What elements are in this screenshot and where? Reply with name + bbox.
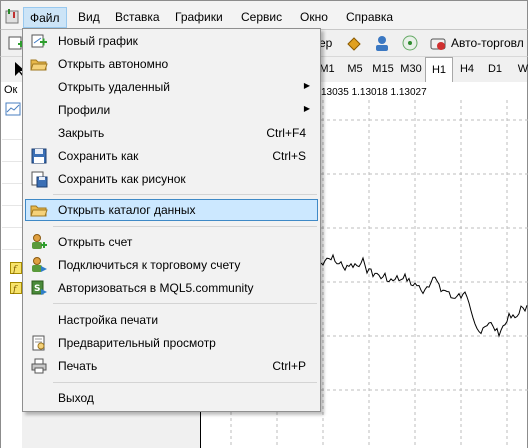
toolbar-partial-label: ер [319,36,333,50]
menu-item-shortcut: Ctrl+S [272,149,306,163]
open-account-icon [32,234,47,249]
navigator-row[interactable] [2,118,23,140]
menu-item-label: Открыть автономно [58,57,169,71]
menu-item-label: Открыть каталог данных [58,203,196,217]
menu-item-label: Открыть удаленный [58,80,170,94]
tf-d1[interactable]: D1 [481,57,509,82]
navigator-row[interactable] [2,162,23,184]
menu-charts[interactable]: Графики [175,10,223,24]
menu-item-label: Новый график [58,34,138,48]
menu-view[interactable]: Вид [78,10,100,24]
navigator-panel: Ок f f [0,82,23,448]
menu-separator [53,382,317,383]
chart-window-icon[interactable] [5,102,21,116]
menu-item-label: Подключиться к торговому счету [58,258,241,272]
connect-account-icon [32,257,47,272]
file-menu-dropdown: Новый график Открыть автономно Открыть у… [22,28,321,412]
auto-trading-icon[interactable] [429,34,447,52]
app-icon [5,9,19,24]
menu-insert[interactable]: Вставка [115,10,160,24]
navigator-row[interactable] [2,184,23,206]
new-chart-icon [31,34,47,48]
mql5-login-icon: S [31,280,47,295]
menu-item-label: Сохранить как рисунок [58,172,186,186]
submenu-arrow-icon: ▶ [303,104,310,113]
menu-item-open-remote[interactable]: Открыть удаленный ▶ [25,76,318,98]
svg-text:S: S [34,284,40,294]
tf-m15[interactable]: M15 [369,57,397,82]
menu-item-open-account[interactable]: Открыть счет [25,231,318,253]
signal-icon[interactable] [401,34,419,52]
indicator-icon[interactable]: f [10,282,22,294]
menu-item-label: Профили [58,103,111,117]
navigator-row[interactable] [2,228,23,250]
menu-file[interactable]: Файл [23,7,67,28]
menu-item-label: Авторизоваться в MQL5.community [58,281,254,295]
menu-item-label: Печать [58,359,98,373]
diamond-icon[interactable] [345,34,363,52]
folder-open-icon [30,59,48,71]
menu-item-label: Настройка печати [58,313,159,327]
menu-item-exit[interactable]: Выход [25,387,318,409]
menu-item-save-as[interactable]: Сохранить как Ctrl+S [25,145,318,167]
menu-separator [53,226,317,227]
menu-tools[interactable]: Сервис [241,10,282,24]
user-icon[interactable] [373,34,391,52]
navigator-row[interactable] [2,206,23,228]
menu-item-shortcut: Ctrl+P [272,359,306,373]
menu-separator [53,194,317,195]
menu-item-connect-account[interactable]: Подключиться к торговому счету [25,254,318,276]
save-picture-icon [31,171,48,188]
navigator-title: Ок [4,84,18,96]
submenu-arrow-icon: ▶ [303,81,310,90]
folder-icon [30,205,48,217]
menu-item-label: Сохранить как [58,149,139,163]
print-preview-icon [32,335,45,351]
indicator-icon[interactable]: f [10,262,22,274]
menu-item-print-preview[interactable]: Предварительный просмотр [25,332,318,354]
menu-item-close[interactable]: Закрыть Ctrl+F4 [25,122,318,144]
menu-bar: Файл Вид Вставка Графики Сервис Окно Спр… [0,0,528,30]
auto-trading-label[interactable]: Авто-торговл [451,36,524,50]
tf-w1[interactable]: W [509,57,528,82]
menu-item-open-data-folder[interactable]: Открыть каталог данных [25,199,318,221]
menu-item-shortcut: Ctrl+F4 [266,126,306,140]
menu-separator [53,303,317,304]
menu-item-new-chart[interactable]: Новый график [25,30,318,52]
menu-help[interactable]: Справка [346,10,393,24]
menu-window[interactable]: Окно [300,10,328,24]
tf-m5[interactable]: M5 [341,57,369,82]
menu-item-label: Открыть счет [58,235,133,249]
menu-item-profiles[interactable]: Профили ▶ [25,99,318,121]
menu-item-label: Выход [58,391,94,405]
menu-item-open-offline[interactable]: Открыть автономно [25,53,318,75]
menu-item-save-as-picture[interactable]: Сохранить как рисунок [25,168,318,190]
tf-h1[interactable]: H1 [425,57,453,82]
tf-h4[interactable]: H4 [453,57,481,82]
printer-icon [31,358,47,374]
save-icon [31,148,47,164]
menu-item-label: Предварительный просмотр [58,336,216,350]
menu-item-print-setup[interactable]: Настройка печати [25,309,318,331]
navigator-row[interactable] [2,140,23,162]
price-line [320,253,528,338]
menu-item-mql5-login[interactable]: S Авторизоваться в MQL5.community [25,277,318,299]
menu-item-label: Закрыть [58,126,105,140]
tf-m30[interactable]: M30 [397,57,425,82]
menu-item-print[interactable]: Печать Ctrl+P [25,355,318,377]
